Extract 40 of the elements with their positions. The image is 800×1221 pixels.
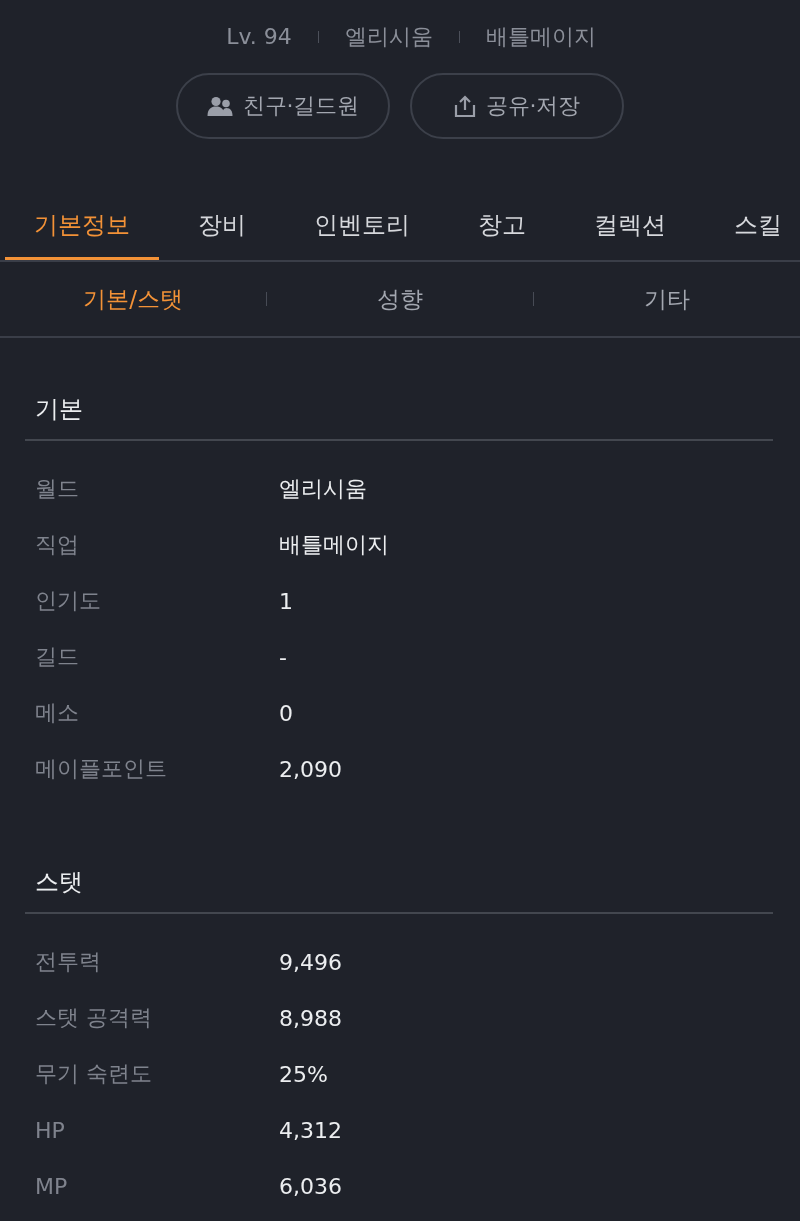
field-label: 메이플포인트 — [35, 755, 167, 783]
field-label: 직업 — [35, 531, 79, 559]
profile-info-text: 배틀메이지 — [485, 23, 596, 51]
section-heading: 기본 — [25, 394, 773, 441]
field-value: 6,036 — [279, 1173, 342, 1199]
field-value: 배틀메이지 — [279, 531, 389, 559]
field-value: 8,988 — [279, 1005, 342, 1031]
sub-tab[interactable]: 기본/스탯 — [0, 262, 266, 336]
field-label: HP — [35, 1117, 65, 1143]
field-value: 9,496 — [279, 949, 342, 975]
field-label: 인기도 — [35, 587, 101, 615]
people-icon — [206, 96, 233, 116]
tab[interactable]: 스킬 — [705, 195, 790, 260]
tab[interactable]: 창고 — [449, 195, 555, 260]
sub-tab[interactable]: 성향 — [267, 262, 533, 336]
field-label: 스탯 공격력 — [35, 1004, 152, 1032]
share-button[interactable]: 공유·저장 — [410, 73, 624, 139]
sub-tab[interactable]: 기타 — [534, 262, 800, 336]
field-label: 길드 — [35, 643, 79, 671]
friends-button[interactable]: 친구·길드원 — [176, 73, 390, 139]
field-value: 1 — [279, 588, 293, 614]
field-value: - — [279, 644, 287, 670]
profile-info-text: 엘리시움 — [344, 23, 433, 51]
field-value: 2,090 — [279, 756, 342, 782]
field-value: 25% — [279, 1061, 328, 1087]
section-heading: 스탯 — [25, 867, 773, 914]
field-value: 0 — [279, 700, 293, 726]
field-label: 메소 — [35, 699, 79, 727]
field-value: 엘리시움 — [279, 475, 367, 503]
tab[interactable]: 컬렉션 — [565, 195, 695, 260]
field-label: 전투력 — [35, 948, 101, 976]
field-value: 4,312 — [279, 1117, 342, 1143]
tab[interactable]: 장비 — [169, 195, 275, 260]
tab[interactable]: 기본정보 — [5, 195, 159, 260]
upload-icon — [453, 95, 476, 117]
field-label: 월드 — [35, 475, 79, 503]
field-label: MP — [35, 1173, 68, 1199]
field-label: 무기 숙련도 — [35, 1060, 152, 1088]
tab[interactable]: 인벤토리 — [285, 195, 439, 260]
profile-info-text: Lv. 94 — [226, 23, 292, 51]
